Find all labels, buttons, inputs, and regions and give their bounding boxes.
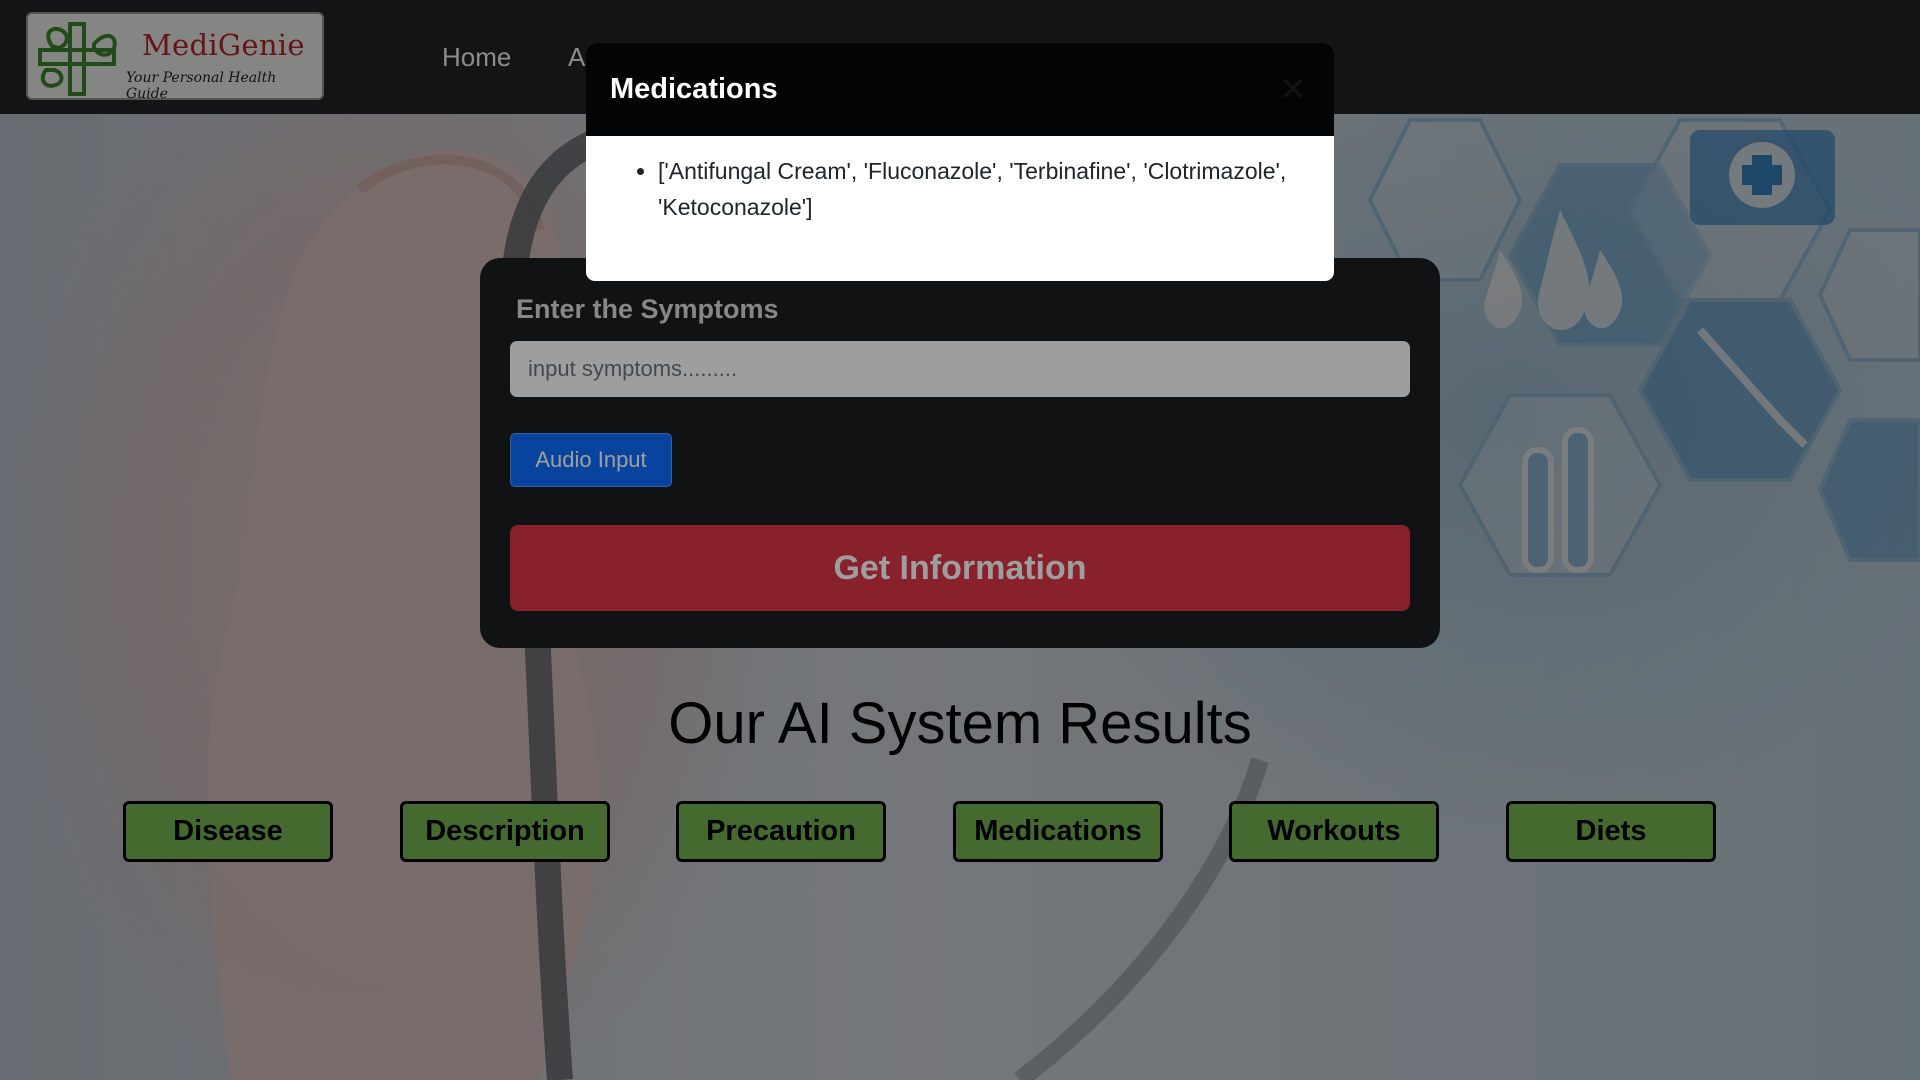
disease-button[interactable]: Disease: [123, 801, 333, 862]
list-item: ['Antifungal Cream', 'Fluconazole', 'Ter…: [658, 153, 1298, 225]
close-icon[interactable]: ×: [1276, 71, 1310, 105]
medications-button[interactable]: Medications: [953, 801, 1163, 862]
workouts-button[interactable]: Workouts: [1229, 801, 1439, 862]
medications-modal: Medications × ['Antifungal Cream', 'Fluc…: [586, 43, 1334, 281]
diets-button[interactable]: Diets: [1506, 801, 1716, 862]
description-button[interactable]: Description: [400, 801, 610, 862]
medications-list: ['Antifungal Cream', 'Fluconazole', 'Ter…: [586, 153, 1298, 225]
modal-header: Medications ×: [586, 43, 1334, 136]
modal-title: Medications: [610, 73, 778, 105]
precaution-button[interactable]: Precaution: [676, 801, 886, 862]
